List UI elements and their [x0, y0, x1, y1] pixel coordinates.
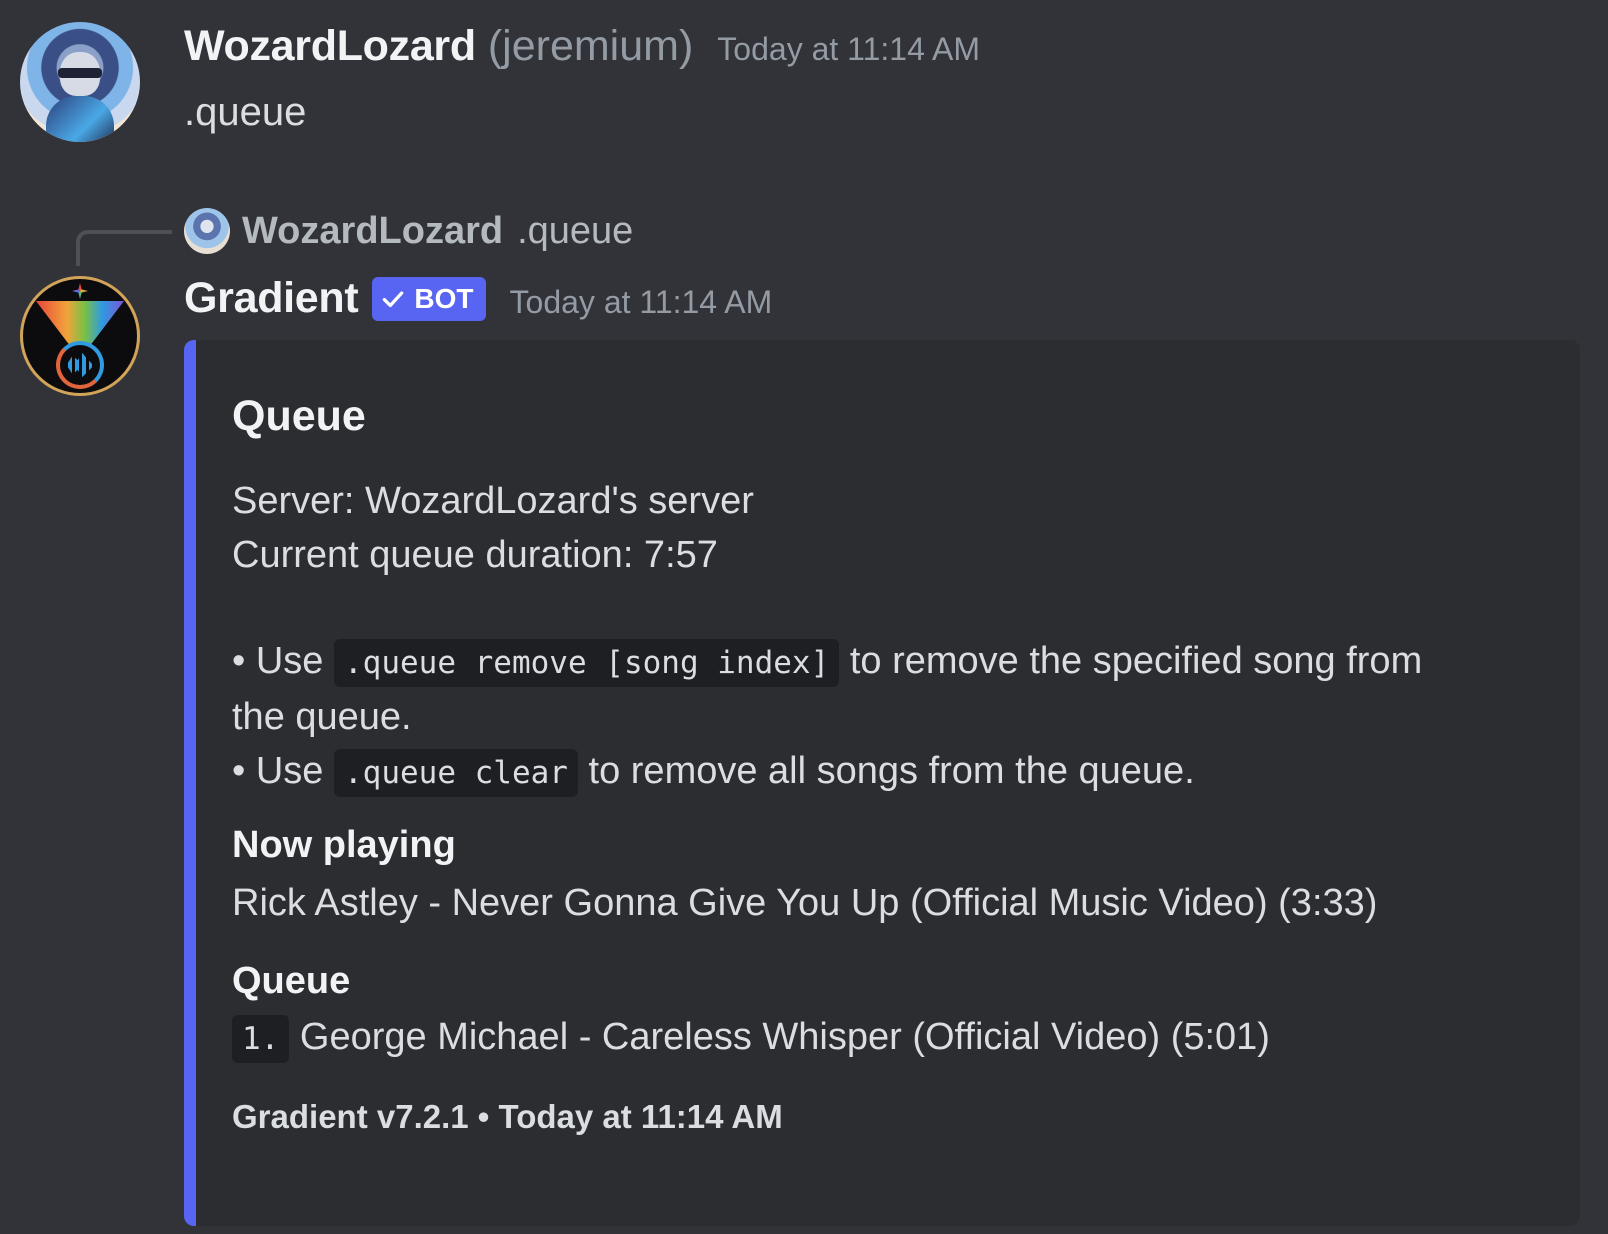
- message-header: Gradient BOT Today at 11:14 AM: [184, 274, 772, 323]
- queue-index-code: 1.: [232, 1015, 290, 1063]
- inline-code-clear: .queue clear: [334, 749, 578, 797]
- gradient-logo-icon: [36, 301, 124, 345]
- message-bot: WozardLozard .queue Gradient BOT Today a…: [0, 190, 1608, 1234]
- embed-title: Queue: [232, 392, 366, 440]
- field-now-playing-name: Now playing: [232, 824, 456, 866]
- reply-reference[interactable]: WozardLozard .queue: [184, 208, 633, 254]
- message-content: .queue: [184, 90, 307, 134]
- reply-author[interactable]: WozardLozard: [242, 210, 503, 253]
- field-queue-value: 1. George Michael - Careless Whisper (Of…: [232, 1015, 1270, 1063]
- user-nickname: (jeremium): [487, 22, 694, 70]
- reply-connector: [76, 230, 172, 266]
- bot-badge: BOT: [372, 276, 486, 321]
- duration-line: Current queue duration: 7:57: [232, 534, 718, 576]
- field-queue-name: Queue: [232, 960, 351, 1002]
- reply-avatar: [184, 208, 230, 254]
- field-now-playing-value: Rick Astley - Never Gonna Give You Up (O…: [232, 882, 1378, 924]
- bot-badge-label: BOT: [414, 282, 474, 314]
- message-timestamp[interactable]: Today at 11:14 AM: [510, 284, 773, 321]
- embed: Queue Server: WozardLozard's server Curr…: [184, 340, 1580, 1226]
- embed-footer: Gradient v7.2.1 • Today at 11:14 AM: [232, 1098, 783, 1135]
- server-line: Server: WozardLozard's server: [232, 480, 754, 522]
- bot-avatar[interactable]: [20, 276, 140, 396]
- username[interactable]: WozardLozard: [184, 22, 476, 71]
- checkmark-icon: [383, 290, 404, 307]
- bullet-clear: • Use .queue clear to remove all songs f…: [232, 744, 1540, 800]
- message-timestamp[interactable]: Today at 11:14 AM: [717, 31, 980, 68]
- embed-description: Server: WozardLozard's server Current qu…: [232, 474, 1540, 800]
- inline-code-remove: .queue remove [song index]: [334, 639, 840, 687]
- spark-icon: [72, 283, 88, 299]
- bullet-remove: • Use .queue remove [song index] to remo…: [232, 634, 1540, 690]
- message-user: WozardLozard (jeremium) Today at 11:14 A…: [0, 0, 1608, 180]
- reply-content[interactable]: .queue: [517, 210, 633, 253]
- queue-item-title: George Michael - Careless Whisper (Offic…: [289, 1016, 1270, 1058]
- bullet-remove-wrap: the queue.: [232, 696, 412, 738]
- user-avatar[interactable]: [20, 22, 140, 142]
- message-header: WozardLozard (jeremium) Today at 11:14 A…: [184, 22, 980, 71]
- bot-username[interactable]: Gradient: [184, 274, 359, 323]
